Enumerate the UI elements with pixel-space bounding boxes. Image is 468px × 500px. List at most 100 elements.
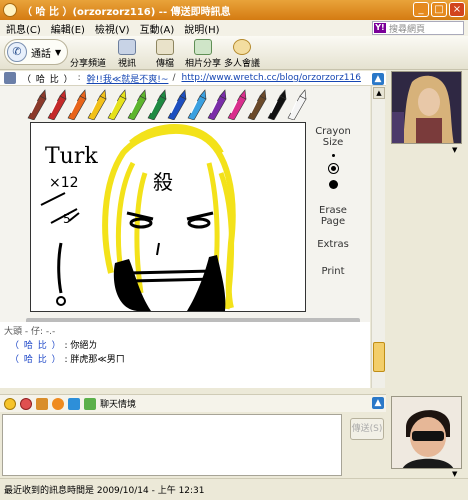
call-button[interactable]: ✆ 通話 ▼ bbox=[4, 39, 68, 65]
crayon-2[interactable] bbox=[67, 89, 87, 120]
drawing-text-kill: 殺 bbox=[153, 170, 173, 194]
close-button[interactable]: × bbox=[449, 2, 465, 17]
menu-edit[interactable]: 編輯(E) bbox=[51, 21, 85, 36]
size-medium-option[interactable] bbox=[327, 163, 339, 174]
blog-link[interactable]: http://www.wretch.cc/blog/orzorzorz116 bbox=[181, 73, 361, 83]
chat-previous-message: 大頭 - 仔: -.- bbox=[4, 327, 56, 337]
crayon-12[interactable] bbox=[267, 89, 287, 120]
send-file-button[interactable]: 傳檔 bbox=[145, 39, 185, 69]
contact-separator: : bbox=[77, 73, 81, 83]
chat-vertical-scrollbar[interactable]: ▲ bbox=[371, 86, 385, 388]
crayon-5[interactable] bbox=[127, 89, 147, 120]
contact-avatar-image bbox=[392, 72, 461, 143]
crayon-0[interactable] bbox=[27, 89, 47, 120]
drawing-text-5: 5 bbox=[63, 212, 71, 226]
erase-page-button-line-2[interactable]: Page bbox=[308, 216, 358, 227]
drawing-sketch: Turk ×12 5 殺 bbox=[40, 124, 236, 311]
my-avatar-caret-icon[interactable]: ▼ bbox=[452, 470, 457, 478]
file-icon bbox=[156, 39, 174, 55]
size-small-option[interactable] bbox=[331, 154, 335, 157]
menu-view[interactable]: 檢視(V) bbox=[95, 21, 130, 36]
erase-page-button-line-1[interactable]: Erase bbox=[308, 205, 358, 216]
menu-bar: 訊息(C) 編輯(E) 檢視(V) 互動(A) 說明(H) Y! 搜尋網頁 bbox=[0, 20, 468, 36]
chat-text: : 你絕ㄌ bbox=[64, 341, 98, 351]
my-avatar-image bbox=[392, 397, 461, 468]
web-search-input[interactable]: Y! 搜尋網頁 bbox=[372, 21, 464, 35]
imvironment-icon[interactable] bbox=[68, 397, 80, 410]
share-channel-button[interactable]: 分享頻道 bbox=[68, 39, 108, 69]
crayon-4[interactable] bbox=[107, 89, 127, 120]
size-large-option[interactable] bbox=[328, 180, 338, 189]
chat-scene-icon[interactable] bbox=[84, 397, 96, 410]
chevron-down-icon[interactable]: ▼ bbox=[55, 48, 61, 57]
call-label: 通話 bbox=[31, 48, 51, 60]
link-separator: / bbox=[172, 73, 176, 83]
menu-message[interactable]: 訊息(C) bbox=[6, 21, 41, 36]
share-channel-label: 分享頻道 bbox=[69, 59, 106, 69]
webcam-icon bbox=[118, 39, 136, 55]
share-channel-icon bbox=[79, 39, 97, 55]
crayon-size-label-1: Crayon bbox=[315, 126, 351, 137]
window-title: （ 哈 比 ）(orzorzorz116) -- 傳送即時訊息 bbox=[22, 6, 231, 18]
conference-label: 多人會議 bbox=[223, 59, 260, 69]
toolbar: ✆ 通話 ▼ 分享頻道 視訊 傳檔 相片分享 多人會議 bbox=[0, 36, 468, 70]
contact-icon bbox=[4, 72, 16, 84]
crayon-8[interactable] bbox=[187, 89, 207, 120]
crayon-7[interactable] bbox=[167, 89, 187, 120]
maximize-button[interactable]: □ bbox=[431, 2, 447, 17]
buzz-icon[interactable] bbox=[52, 397, 64, 410]
chat-window: （ 哈 比 ）(orzorzorz116) -- 傳送即時訊息 _ □ × 訊息… bbox=[0, 0, 468, 500]
crayon-6[interactable] bbox=[147, 89, 167, 120]
messenger-icon bbox=[3, 3, 17, 17]
conference-button[interactable]: 多人會議 bbox=[222, 39, 262, 69]
drawing-canvas[interactable]: Turk ×12 5 殺 bbox=[30, 122, 306, 312]
search-placeholder: 搜尋網頁 bbox=[389, 24, 426, 35]
status-message-link[interactable]: 幹!!我≪就是不爽!~ bbox=[87, 72, 169, 85]
message-input[interactable] bbox=[2, 414, 342, 476]
crayon-size-label-2: Size bbox=[322, 137, 344, 148]
minimize-button[interactable]: _ bbox=[413, 2, 429, 17]
contact-avatar bbox=[391, 71, 462, 144]
photo-share-label: 相片分享 bbox=[184, 59, 221, 69]
emoticon-icon[interactable] bbox=[4, 397, 16, 410]
audible-icon[interactable] bbox=[20, 397, 32, 410]
crayon-9[interactable] bbox=[207, 89, 227, 120]
print-button[interactable]: Print bbox=[308, 266, 358, 277]
chat-sender: （ 哈 比 ） bbox=[10, 355, 62, 365]
scrollbar-thumb[interactable] bbox=[373, 342, 385, 372]
send-button[interactable]: 傳送(S) bbox=[350, 418, 384, 440]
contact-name: （ 哈 比 ） bbox=[22, 74, 74, 85]
drawing-text-turk: Turk bbox=[45, 144, 98, 169]
crayon-1[interactable] bbox=[47, 89, 67, 120]
scroll-up-arrow-icon[interactable]: ▲ bbox=[373, 87, 385, 99]
crayon-3[interactable] bbox=[87, 89, 107, 120]
contact-status-line: （ 哈 比 ） : 幹!!我≪就是不爽!~ / http://www.wretc… bbox=[0, 71, 386, 86]
photo-share-button[interactable]: 相片分享 bbox=[183, 39, 223, 69]
video-button[interactable]: 視訊 bbox=[107, 39, 147, 69]
font-icon[interactable] bbox=[36, 397, 48, 410]
chat-scene-label[interactable]: 聊天情境 bbox=[100, 397, 136, 410]
crayon-palette bbox=[27, 89, 307, 120]
last-message-time: 最近收到的訊息時間是 2009/10/14 - 上午 12:31 bbox=[4, 486, 205, 496]
menu-help[interactable]: 說明(H) bbox=[184, 21, 219, 36]
title-bar[interactable]: （ 哈 比 ）(orzorzorz116) -- 傳送即時訊息 _ □ × bbox=[0, 0, 468, 20]
menu-interact[interactable]: 互動(A) bbox=[140, 21, 175, 36]
chat-sender: （ 哈 比 ） bbox=[10, 341, 62, 351]
emoticon-toolbar: 聊天情境 bbox=[0, 394, 386, 412]
my-avatar bbox=[391, 396, 462, 469]
phone-icon: ✆ bbox=[7, 42, 27, 62]
avatar-menu-caret-icon[interactable]: ▼ bbox=[452, 146, 457, 154]
photo-icon bbox=[194, 39, 212, 55]
crayon-10[interactable] bbox=[227, 89, 247, 120]
my-card-icon[interactable]: ▲ bbox=[372, 397, 384, 409]
chat-message: （ 哈 比 ） : 你絕ㄌ bbox=[10, 338, 97, 351]
crayon-11[interactable] bbox=[247, 89, 267, 120]
chat-text: : 胖虎那≪男ㄇ bbox=[64, 355, 125, 365]
crayon-13[interactable] bbox=[287, 89, 307, 120]
people-icon bbox=[233, 39, 251, 55]
chat-log: 大頭 - 仔: -.- （ 哈 比 ） : 你絕ㄌ （ 哈 比 ） : 胖虎那≪… bbox=[0, 322, 370, 388]
send-file-label: 傳檔 bbox=[155, 59, 174, 69]
extras-button[interactable]: Extras bbox=[308, 239, 358, 250]
yahoo-logo-icon: Y! bbox=[374, 23, 386, 33]
contact-card-icon[interactable]: ▲ bbox=[372, 73, 384, 85]
